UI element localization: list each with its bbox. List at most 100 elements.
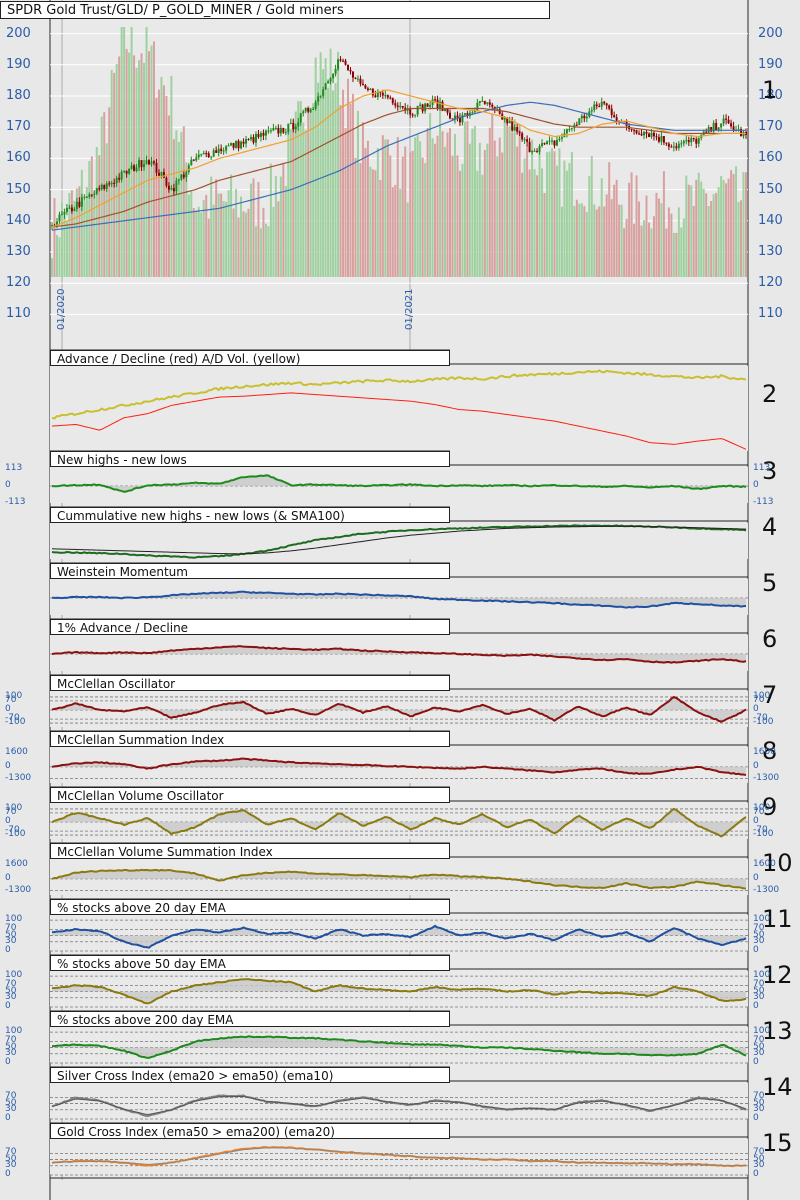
volume-bar [257,182,260,277]
y-tick-right: 190 [758,56,783,72]
volume-bar [55,234,58,277]
volume-bar [354,158,357,277]
volume-bar [83,200,86,277]
candle-body [240,141,243,149]
volume-bar [625,218,628,277]
candle-body [245,139,248,144]
volume-bar [481,174,484,277]
volume-bar [660,203,663,277]
volume-bar [652,216,655,277]
volume-bar [496,156,499,277]
candle-body [595,104,598,107]
volume-bar [680,227,683,277]
volume-bar [259,228,262,277]
candle-body [615,117,618,121]
candle-body [633,129,636,131]
candle-body [274,127,277,129]
volume-bar [650,228,653,277]
candle-body [227,145,230,147]
candle-body [463,113,466,115]
candle-body [456,115,459,118]
candle-body [725,118,728,120]
volume-bar [217,193,220,277]
candle-body [319,95,322,97]
candle-body [570,128,573,130]
candle-body [289,123,292,125]
candle-body [680,143,683,145]
volume-bar [292,120,295,278]
y-tick-left: 1600 [5,746,28,757]
volume-bar [446,132,449,277]
volume-bar [222,200,225,277]
volume-bar [314,57,317,277]
candle-body [662,136,665,143]
candle-body [583,115,586,119]
volume-bar [337,51,340,277]
candle-body [657,137,660,142]
volume-bar [359,163,362,277]
y-tick-right: 160 [758,150,783,166]
volume-bar [414,137,417,277]
candle-body [416,105,419,115]
candle-body [359,78,362,84]
volume-bar [309,107,312,277]
y-tick-left: 170 [6,119,31,135]
volume-bar [610,199,613,277]
candle-body [483,100,486,104]
candle-body [197,154,200,158]
candle-body [516,127,519,132]
y-tick-left: 0 [5,872,11,883]
volume-bar [697,172,700,277]
candle-body [125,170,128,174]
volume-bar [585,212,588,277]
volume-bar [436,135,439,277]
volume-bar [272,206,275,277]
candle-body [287,123,290,133]
volume-bar [506,126,509,277]
y-tick-left: 190 [6,56,31,72]
candle-body [75,201,78,209]
candle-body [78,201,81,207]
candle-body [401,105,404,108]
main-chart-title: SPDR Gold Trust/GLD/ P_GOLD_MINER / Gold… [0,1,550,19]
y-tick-left: 0 [5,945,11,955]
candle-body [269,130,272,132]
y-tick-left: 113 [5,463,23,473]
volume-bar [419,141,422,277]
candle-body [334,68,337,74]
volume-bar [434,143,437,277]
candle-body [88,194,91,197]
candle-body [548,140,551,142]
volume-bar [615,179,618,277]
y-tick-right: 130 [758,244,783,259]
candle-body [491,104,494,107]
volume-bar [287,131,290,277]
volume-bar [264,223,267,277]
volume-bar [645,195,648,277]
panel-number: 15 [762,1129,793,1157]
y-tick-right: 0 [753,1001,759,1011]
volume-bar [376,147,379,277]
y-tick-right: -1300 [753,772,780,783]
volume-bar [531,139,534,277]
y-tick-right: 1600 [753,858,776,869]
candle-body [115,177,118,184]
volume-bar [483,150,486,277]
volume-bar [416,134,419,277]
volume-bar [302,122,305,277]
volume-bar [351,93,354,278]
volume-bar [180,132,183,277]
candle-body [369,88,372,91]
volume-bar [172,139,175,277]
volume-bar [247,208,250,277]
candle-body [262,132,265,136]
candle-body [249,136,252,140]
volume-bar [468,143,471,277]
volume-bar [128,52,131,278]
volume-bar [675,232,678,277]
candle-body [424,103,427,112]
candle-body [697,138,700,144]
candle-body [555,140,558,146]
volume-bar [105,143,108,277]
volume-bar [347,78,350,277]
